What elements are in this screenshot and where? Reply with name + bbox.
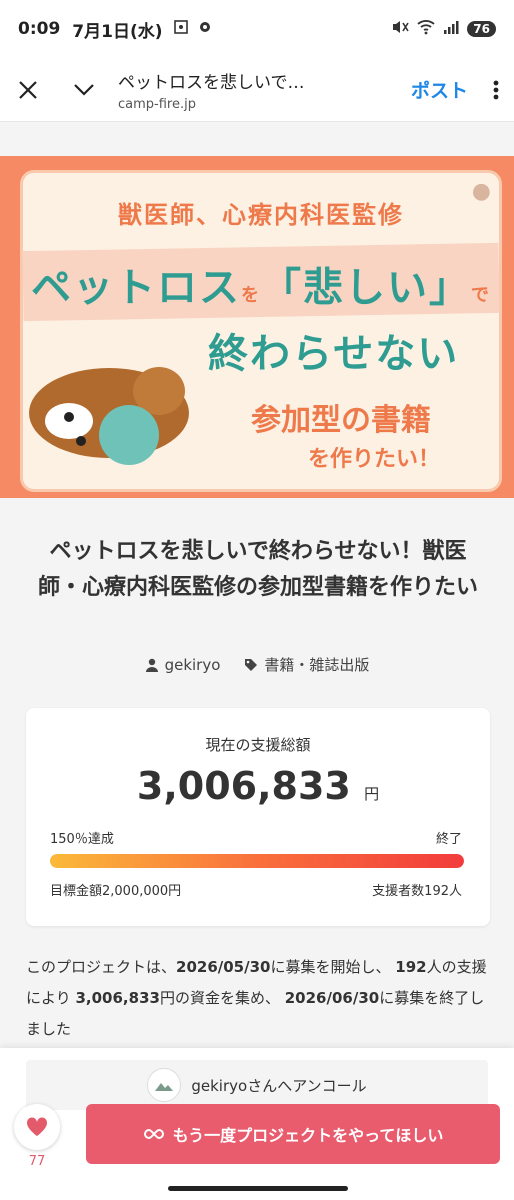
hero-text-wo: を bbox=[241, 285, 261, 306]
summary-end-date: 2026/06/30 bbox=[284, 989, 380, 1007]
encore-request-button[interactable]: もう一度プロジェクトをやってほしい bbox=[86, 1104, 500, 1164]
heart-icon bbox=[26, 1117, 48, 1136]
home-indicator[interactable] bbox=[168, 1186, 348, 1191]
battery-indicator: 76 bbox=[467, 21, 496, 37]
hero-image: 獣医師、心療内科医監修 ペットロスを「悲しい」で 終わらせない 参加型の書籍 を… bbox=[0, 156, 514, 498]
screenshot-icon bbox=[173, 19, 189, 40]
close-button[interactable] bbox=[0, 62, 56, 118]
gear-icon bbox=[197, 19, 213, 40]
summary-amount: 3,006,833 bbox=[75, 989, 160, 1007]
post-button[interactable]: ポスト bbox=[401, 76, 478, 103]
wifi-icon bbox=[417, 19, 435, 40]
funding-label: 現在の支援総額 bbox=[205, 736, 311, 754]
browser-toolbar: ペットロスを悲しいで… camp-fire.jp ポスト bbox=[0, 58, 514, 122]
hero-text-de: で bbox=[471, 285, 491, 306]
funding-amount: 3,006,833 円 bbox=[26, 764, 490, 808]
category-link[interactable]: 書籍・雑誌出版 bbox=[244, 654, 369, 675]
user-icon bbox=[145, 658, 158, 672]
collapse-button[interactable] bbox=[56, 62, 112, 118]
summary-start-date: 2026/05/30 bbox=[176, 958, 271, 976]
encore-request-label: もう一度プロジェクトをやってほしい bbox=[172, 1126, 444, 1145]
chevron-down-icon bbox=[74, 83, 94, 96]
funding-card: 現在の支援総額 3,006,833 円 150％達成 終了 目標金額2,000,… bbox=[26, 708, 490, 926]
summary-text: に募集を開始し、 bbox=[270, 958, 391, 976]
date: 7月1日(水) bbox=[72, 21, 163, 42]
achievement-rate: 150％達成 bbox=[50, 832, 114, 847]
page-title: ペットロスを悲しいで… bbox=[118, 72, 305, 93]
funding-amount-value: 3,006,833 bbox=[136, 764, 351, 808]
like-circle[interactable] bbox=[14, 1104, 60, 1150]
category-name: 書籍・雑誌出版 bbox=[264, 656, 370, 674]
project-meta: gekiryo 書籍・雑誌出版 bbox=[0, 654, 514, 675]
mute-icon bbox=[391, 19, 409, 40]
hero-text-kanashii: 「悲しい」 bbox=[261, 265, 471, 311]
like-button[interactable]: 77 bbox=[14, 1104, 60, 1169]
like-count: 77 bbox=[28, 1154, 46, 1169]
bottom-action-bar: gekiryoさんへアンコール 77 もう一度プロジェクトをやってほしい bbox=[0, 1048, 514, 1200]
tag-icon bbox=[245, 658, 258, 671]
owner-avatar bbox=[147, 1068, 182, 1102]
owner-link[interactable]: gekiryo bbox=[145, 654, 221, 675]
summary-text: このプロジェクトは、 bbox=[26, 958, 177, 976]
funding-currency: 円 bbox=[364, 785, 380, 803]
owner-name: gekiryo bbox=[164, 655, 221, 674]
infinity-icon bbox=[143, 1128, 164, 1140]
hero-text-petloss: ペットロス bbox=[31, 265, 241, 311]
signal-icon bbox=[443, 19, 459, 40]
project-title: ペットロスを悲しいで終わらせない！獣医師・心療内科医監修の参加型書籍を作りたい bbox=[37, 539, 478, 600]
close-icon bbox=[19, 80, 37, 99]
hero-headline-4: を作りたい！ bbox=[308, 447, 441, 472]
goal-amount: 目標金額2,000,000円 bbox=[50, 884, 182, 899]
encore-label: gekiryoさんへアンコール bbox=[191, 1076, 367, 1095]
page-title-area: ペットロスを悲しいで… camp-fire.jp bbox=[112, 68, 401, 112]
summary-text: 円の資金を集め、 bbox=[159, 989, 280, 1007]
status-bar: 0:09 7月1日(水) 76 bbox=[0, 0, 514, 58]
more-menu-button[interactable] bbox=[478, 79, 514, 101]
paw-icon: ● bbox=[471, 179, 491, 204]
project-summary: このプロジェクトは、2026/05/30に募集を開始し、 192人の支援により … bbox=[26, 952, 494, 1045]
hero-headline-2: 終わらせない bbox=[208, 331, 460, 377]
dog-illustration bbox=[29, 367, 189, 465]
more-vertical-icon bbox=[493, 80, 499, 99]
summary-backers: 192 bbox=[395, 958, 427, 976]
project-status: 終了 bbox=[435, 832, 462, 847]
hero-headline-1: ペットロスを「悲しい」で bbox=[31, 255, 491, 313]
clock: 0:09 bbox=[18, 19, 61, 39]
progress-bar-fill bbox=[50, 854, 464, 868]
hero-frame: 獣医師、心療内科医監修 ペットロスを「悲しい」で 終わらせない 参加型の書籍 を… bbox=[20, 170, 502, 492]
backer-count: 支援者数192人 bbox=[372, 884, 462, 899]
hero-subtitle: 獣医師、心療内科医監修 bbox=[118, 201, 404, 229]
progress-bar bbox=[50, 854, 464, 868]
hero-headline-3: 参加型の書籍 bbox=[251, 403, 431, 438]
encore-banner[interactable]: gekiryoさんへアンコール bbox=[26, 1060, 488, 1110]
page-url: camp-fire.jp bbox=[118, 96, 196, 112]
